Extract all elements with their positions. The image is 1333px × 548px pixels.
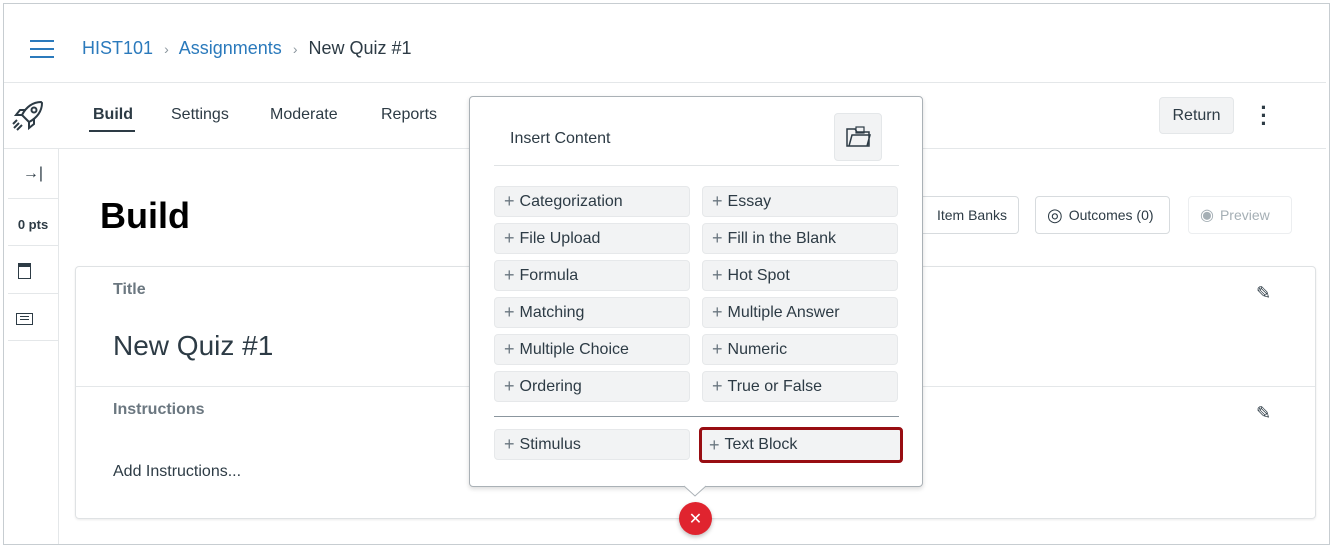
button-label: Essay <box>727 192 772 210</box>
add-question-numeric-button[interactable]: + Numeric <box>702 334 898 365</box>
plus-icon: + <box>712 228 723 248</box>
plus-icon: + <box>504 191 515 211</box>
button-label: Ordering <box>519 377 582 395</box>
outcomes-label: Outcomes (0) <box>1068 207 1154 223</box>
points-total: 0 pts <box>17 217 49 232</box>
return-button[interactable]: Return <box>1159 97 1234 134</box>
title-section-icon[interactable] <box>18 263 31 279</box>
breadcrumb-separator: › <box>292 41 298 57</box>
tab-build[interactable]: Build <box>93 106 133 124</box>
title-label: Title <box>113 281 146 298</box>
button-label: Categorization <box>519 192 623 210</box>
button-label: Fill in the Blank <box>727 229 837 247</box>
button-label: Formula <box>519 266 579 284</box>
add-question-formula-button[interactable]: + Formula <box>494 260 690 291</box>
button-label: File Upload <box>519 229 601 247</box>
add-question-true-or-false-button[interactable]: + True or False <box>702 371 898 402</box>
plus-icon: + <box>712 302 723 322</box>
breadcrumb-separator: › <box>164 41 169 57</box>
button-label: Multiple Choice <box>519 340 629 358</box>
button-label: Multiple Answer <box>727 303 840 321</box>
expand-sidebar-icon[interactable]: →| <box>8 165 58 183</box>
plus-icon: + <box>504 434 515 454</box>
item-bank-folder-button[interactable] <box>834 113 882 161</box>
breadcrumb-current: New Quiz #1 <box>308 38 412 58</box>
tab-moderate[interactable]: Moderate <box>270 106 338 124</box>
target-icon: ◎ <box>1047 204 1063 225</box>
add-question-fill-in-the-blank-button[interactable]: + Fill in the Blank <box>702 223 898 254</box>
button-label: Hot Spot <box>727 266 790 284</box>
folder-icon <box>846 126 871 147</box>
add-question-essay-button[interactable]: + Essay <box>702 186 898 217</box>
add-question-file-upload-button[interactable]: + File Upload <box>494 223 690 254</box>
instructions-field[interactable]: Add Instructions... <box>113 463 241 481</box>
add-question-ordering-button[interactable]: + Ordering <box>494 371 690 402</box>
popover-heading: Insert Content <box>510 130 611 147</box>
quiz-title[interactable]: New Quiz #1 <box>113 330 273 362</box>
instructions-label: Instructions <box>113 401 205 418</box>
plus-icon: + <box>712 191 723 211</box>
close-insert-menu-button[interactable]: ✕ <box>679 502 712 535</box>
breadcrumb-course[interactable]: HIST101 <box>82 38 153 58</box>
plus-icon: + <box>709 434 720 455</box>
plus-icon: + <box>712 376 723 396</box>
plus-icon: + <box>504 228 515 248</box>
eye-icon: ◉ <box>1200 207 1214 224</box>
outcomes-button[interactable]: ◎ Outcomes (0) <box>1035 196 1170 234</box>
tab-reports[interactable]: Reports <box>381 106 437 124</box>
edit-instructions-pencil-icon[interactable]: ✎ <box>1256 403 1271 424</box>
plus-icon: + <box>504 376 515 396</box>
more-options-icon[interactable]: · · · <box>1256 97 1272 135</box>
tab-settings[interactable]: Settings <box>171 106 229 124</box>
add-question-matching-button[interactable]: + Matching <box>494 297 690 328</box>
add-question-multiple-answer-button[interactable]: + Multiple Answer <box>702 297 898 328</box>
hamburger-menu-icon[interactable] <box>30 40 54 58</box>
popover-arrow <box>684 485 706 497</box>
add-question-hot-spot-button[interactable]: + Hot Spot <box>702 260 898 291</box>
insert-content-popover: Insert Content + Categorization + Essay + Fil… <box>469 96 923 487</box>
button-label: True or False <box>727 377 823 395</box>
button-label: Stimulus <box>519 435 581 453</box>
button-label: Text Block <box>724 436 798 453</box>
instructions-section-icon[interactable] <box>16 313 33 325</box>
plus-icon: + <box>504 302 515 322</box>
item-banks-label: Item Banks <box>936 207 1007 223</box>
preview-label: Preview <box>1219 207 1270 223</box>
add-text-block-button[interactable]: + Text Block <box>699 427 903 463</box>
plus-icon: + <box>712 265 723 285</box>
plus-icon: + <box>504 265 515 285</box>
close-icon: ✕ <box>688 510 703 528</box>
plus-icon: + <box>712 339 723 359</box>
button-label: Matching <box>519 303 585 321</box>
preview-button[interactable]: ◉ Preview <box>1188 196 1292 234</box>
breadcrumb-assignments[interactable]: Assignments <box>179 38 282 58</box>
rocket-icon <box>12 100 44 131</box>
active-tab-indicator <box>89 130 135 132</box>
edit-title-pencil-icon[interactable]: ✎ <box>1256 283 1271 304</box>
add-stimulus-button[interactable]: + Stimulus <box>494 429 690 460</box>
add-question-categorization-button[interactable]: + Categorization <box>494 186 690 217</box>
page-title: Build <box>100 195 190 236</box>
button-label: Numeric <box>727 340 788 358</box>
plus-icon: + <box>504 339 515 359</box>
breadcrumb: HIST101 › Assignments › New Quiz #1 <box>82 38 412 59</box>
add-question-multiple-choice-button[interactable]: + Multiple Choice <box>494 334 690 365</box>
